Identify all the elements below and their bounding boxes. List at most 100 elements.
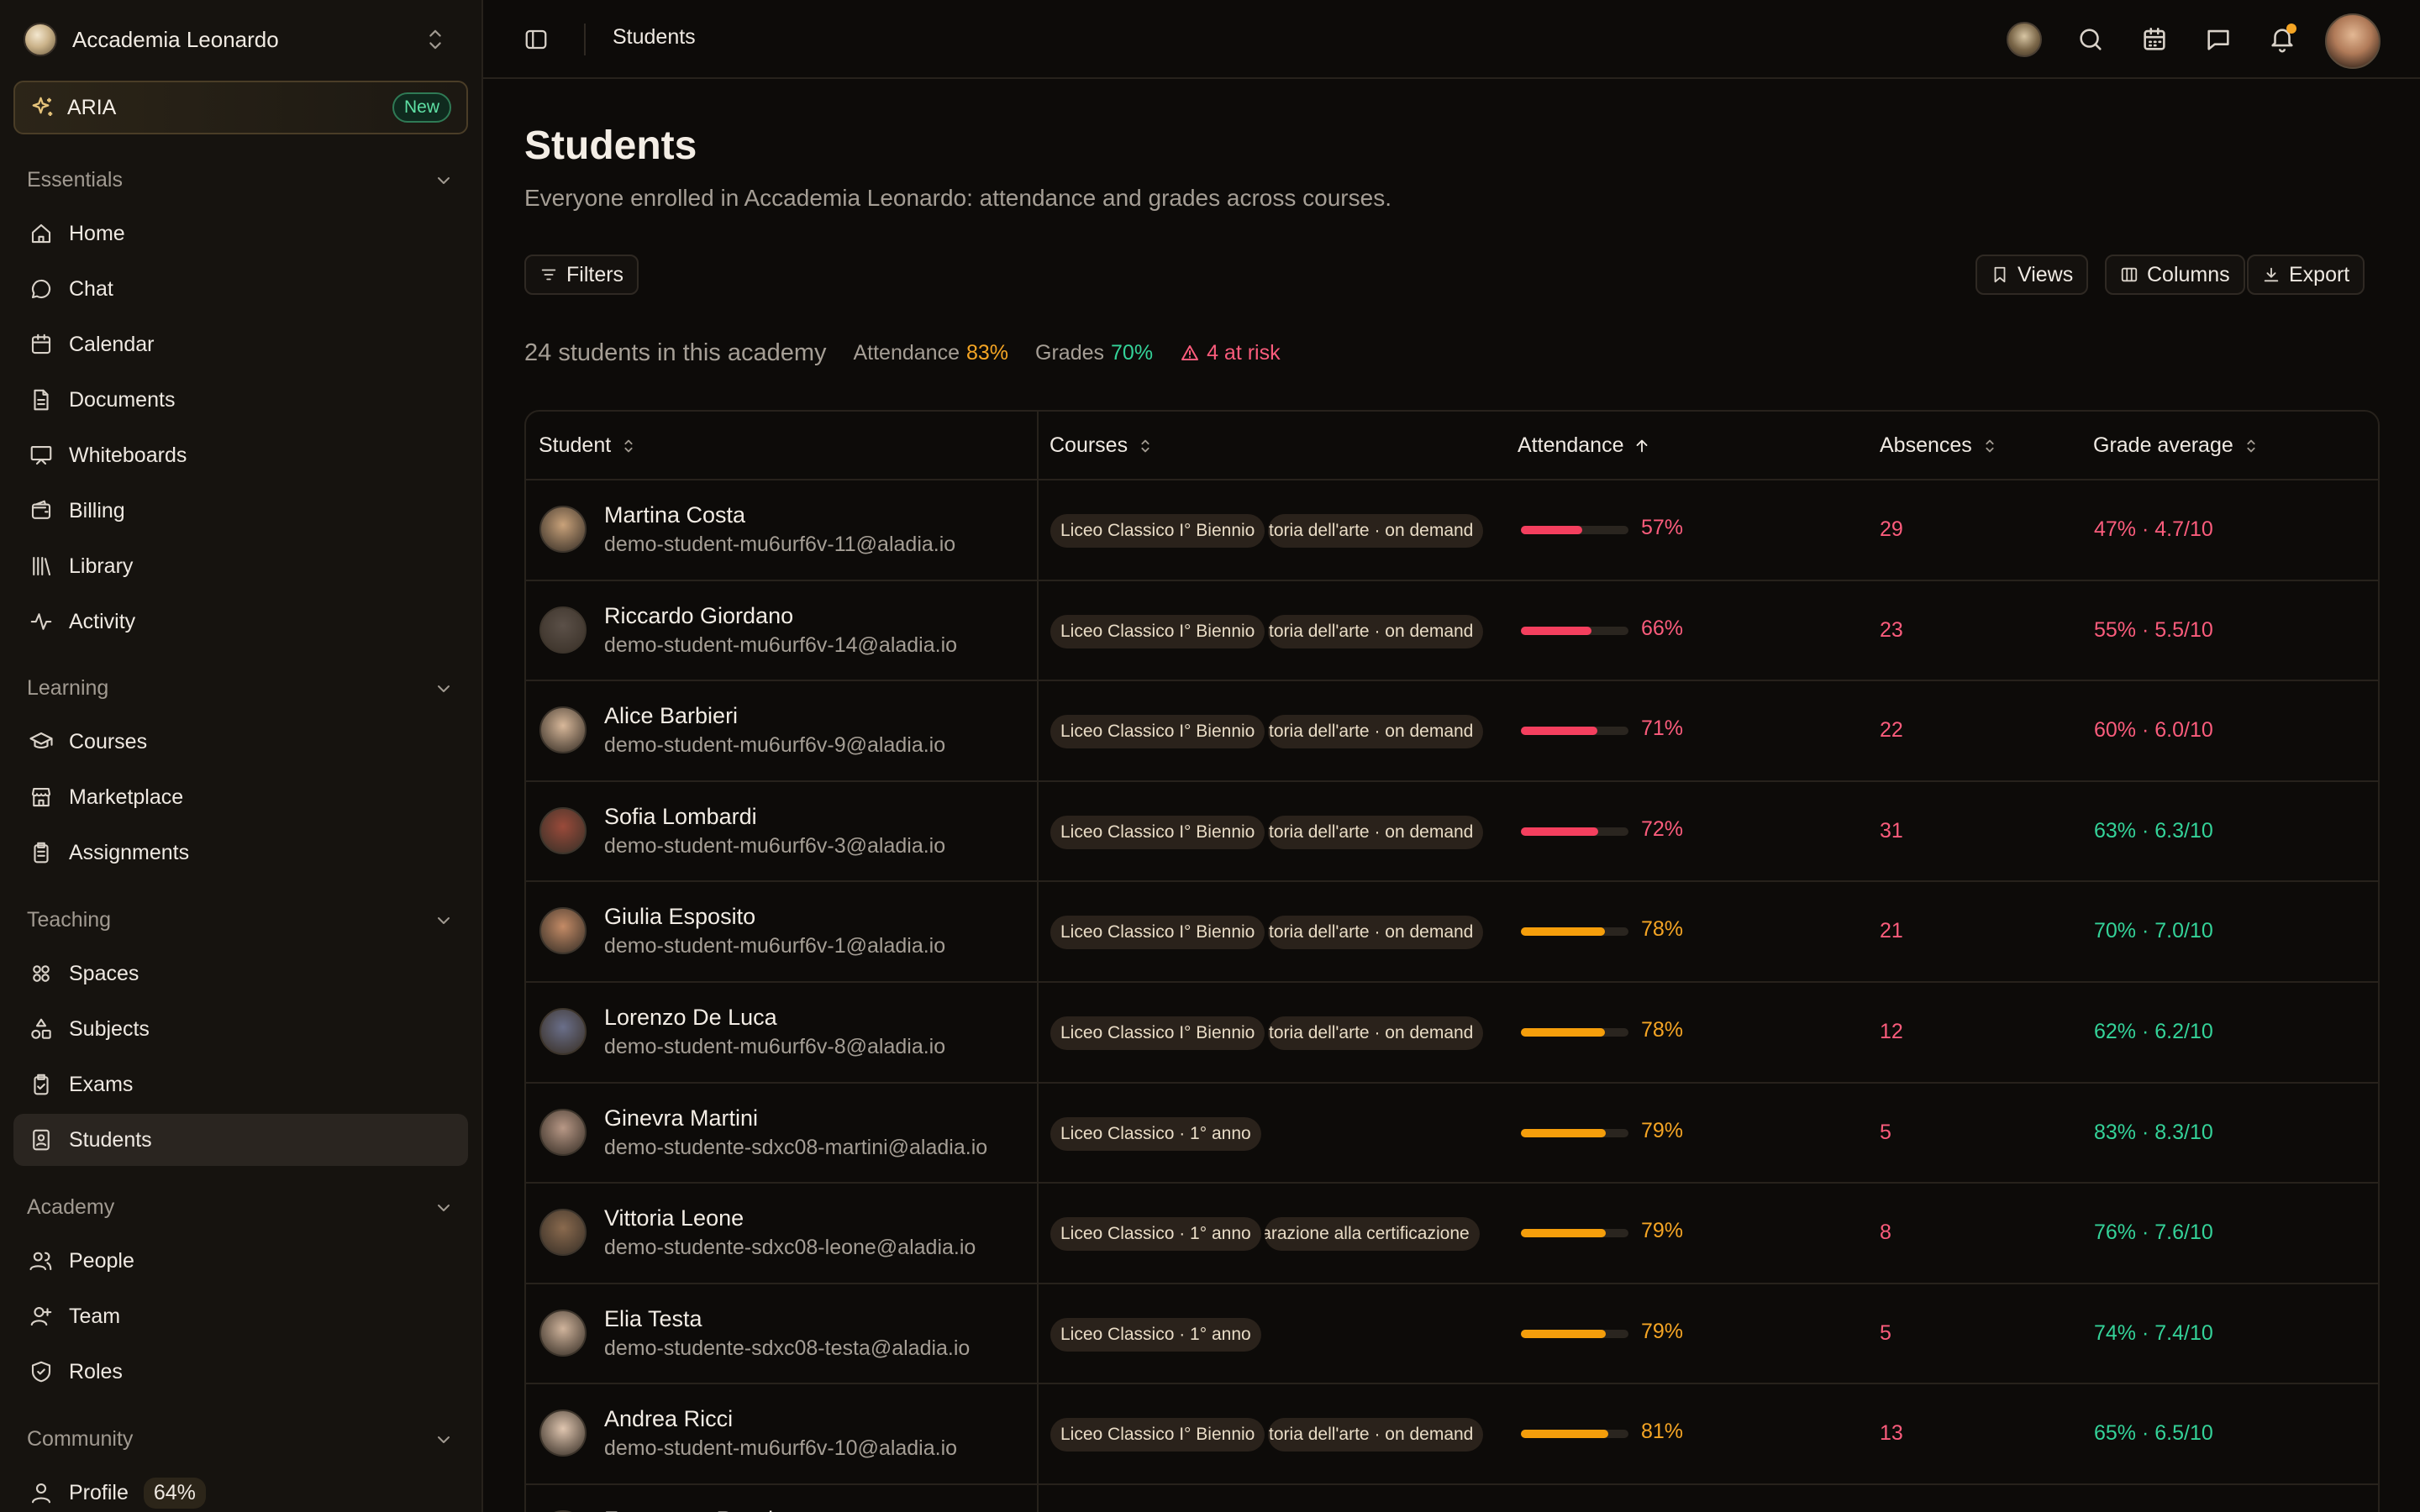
section-community[interactable]: Community [27,1427,454,1452]
student-name[interactable]: Martina Costa [604,502,745,528]
sidebar-item-team[interactable]: Team [13,1290,468,1342]
column-header-attendance[interactable]: Attendance [1518,433,1651,458]
student-email: demo-student-mu6urf6v-8@aladia.io [604,1034,946,1058]
table-row[interactable]: Ginevra Martini demo-studente-sdxc08-mar… [526,1084,2378,1184]
sidebar-item-library[interactable]: Library [13,540,468,592]
column-header-grade-average[interactable]: Grade average [2093,433,2260,458]
course-chip[interactable]: Liceo Classico · 1° anno [1050,1116,1261,1151]
attendance-stat-label: Attendance [853,340,960,365]
table-row[interactable]: Alice Barbieri demo-student-mu6urf6v-9@a… [526,681,2378,782]
attendance-bar-fill [1521,1430,1608,1439]
user-avatar[interactable] [2325,13,2381,69]
sidebar-item-calendar[interactable]: Calendar [13,318,468,370]
course-chip[interactable]: Liceo Classico I° Biennio [1050,815,1265,849]
course-chip[interactable]: Liceo Classico I° Biennio [1050,1016,1265,1050]
student-name[interactable]: Lorenzo De Luca [604,1005,777,1031]
filters-button[interactable]: Filters [524,255,639,295]
table-row[interactable]: Elia Testa demo-studente-sdxc08-testa@al… [526,1284,2378,1385]
column-header-absences[interactable]: Absences [1880,433,1999,458]
sidebar-item-profile[interactable]: Profile 64% [13,1467,468,1512]
student-name[interactable]: Sofia Lombardi [604,804,757,830]
course-chip[interactable]: Storia dell'arte · on demand [1268,614,1484,648]
student-name[interactable]: Vittoria Leone [604,1205,744,1231]
org-switcher[interactable]: Accademia Leonardo [24,22,447,57]
course-chip[interactable]: Storia dell'arte · on demand [1268,1418,1484,1452]
sidebar-item-subjects[interactable]: Subjects [13,1003,468,1055]
sidebar-item-assignments[interactable]: Assignments [13,827,468,879]
attendance-value: 72% [1641,816,1684,841]
at-risk-filter[interactable]: 4 at risk [1207,341,1281,365]
chevron-down-icon[interactable] [434,1430,454,1450]
section-essentials[interactable]: Essentials [27,168,454,192]
student-name[interactable]: Francesco Rossi [604,1507,773,1512]
course-chip[interactable]: Liceo Classico I° Biennio [1050,514,1265,548]
course-chip[interactable]: Storia dell'arte · on demand [1268,916,1484,950]
sidebar-item-whiteboards[interactable]: Whiteboards [13,429,468,481]
sort-ascending-icon [1636,439,1647,452]
columns-label: Columns [2147,262,2230,286]
table-row[interactable]: Francesco Rossi [526,1485,2378,1512]
sidebar-item-marketplace[interactable]: Marketplace [13,771,468,823]
course-chip[interactable]: Storia dell'arte · on demand [1268,1016,1484,1050]
columns-button[interactable]: Columns [2105,255,2245,295]
sidebar-item-students[interactable]: Students [13,1114,468,1166]
table-row[interactable]: Giulia Esposito demo-student-mu6urf6v-1@… [526,882,2378,983]
chevron-down-icon[interactable] [434,1198,454,1218]
column-header-courses[interactable]: Courses [1050,433,1155,458]
sidebar-item-label: Billing [69,498,125,522]
sidebar-item-courses[interactable]: Courses [13,716,468,768]
table-row[interactable]: Sofia Lombardi demo-student-mu6urf6v-3@a… [526,782,2378,883]
sidebar-item-exams[interactable]: Exams [13,1058,468,1110]
course-chip[interactable]: Storia dell'arte · on demand [1268,715,1484,749]
section-academy[interactable]: Academy [27,1195,454,1220]
table-row[interactable]: Riccardo Giordano demo-student-mu6urf6v-… [526,581,2378,682]
sidebar-item-roles[interactable]: Roles [13,1346,468,1398]
course-chip[interactable]: Liceo Classico I° Biennio [1050,614,1265,648]
warning-icon [1181,345,1199,360]
column-header-student[interactable]: Student [539,433,638,458]
chevron-down-icon[interactable] [434,171,454,191]
course-chip[interactable]: B1 · Preparazione alla certificazione [1264,1217,1480,1252]
table-row[interactable]: Martina Costa demo-student-mu6urf6v-11@a… [526,480,2378,581]
course-chips: Liceo Classico I° Biennio Storia dell'art… [1050,916,1486,950]
sidebar-toggle-icon[interactable] [523,27,549,52]
chevron-down-icon[interactable] [434,679,454,699]
course-chip[interactable]: Liceo Classico I° Biennio [1050,916,1265,950]
sidebar-item-chat[interactable]: Chat [13,263,468,315]
table-row[interactable]: Lorenzo De Luca demo-student-mu6urf6v-8@… [526,983,2378,1084]
student-name[interactable]: Riccardo Giordano [604,603,793,629]
student-name[interactable]: Alice Barbieri [604,703,738,729]
course-chip[interactable]: Liceo Classico I° Biennio [1050,1418,1265,1452]
sidebar-item-spaces[interactable]: Spaces [13,948,468,1000]
student-name[interactable]: Andrea Ricci [604,1406,733,1432]
course-chip[interactable]: Storia dell'arte · on demand [1268,514,1484,548]
section-learning[interactable]: Learning [27,676,454,701]
course-chip[interactable]: Liceo Classico · 1° anno [1050,1317,1261,1352]
attendance-bar-fill [1521,1027,1605,1037]
sidebar-item-activity[interactable]: Activity [13,596,468,648]
sidebar-item-home[interactable]: Home [13,207,468,260]
table-row[interactable]: Vittoria Leone demo-studente-sdxc08-leon… [526,1184,2378,1284]
student-name[interactable]: Elia Testa [604,1306,702,1332]
aria-assistant-button[interactable]: ARIA New [13,81,468,134]
search-icon[interactable] [2076,25,2105,54]
student-avatar [539,1209,587,1257]
academy-avatar[interactable] [2007,22,2042,57]
sidebar-item-people[interactable]: People [13,1235,468,1287]
student-email: demo-student-mu6urf6v-10@aladia.io [604,1436,958,1461]
sidebar-item-billing[interactable]: Billing [13,485,468,537]
export-button[interactable]: Export [2247,255,2365,295]
section-teaching[interactable]: Teaching [27,908,454,932]
sidebar-item-documents[interactable]: Documents [13,374,468,426]
table-row[interactable]: Andrea Ricci demo-student-mu6urf6v-10@al… [526,1384,2378,1485]
course-chip[interactable]: Storia dell'arte · on demand [1268,815,1484,849]
student-name[interactable]: Giulia Esposito [604,904,755,930]
course-chip[interactable]: Liceo Classico I° Biennio [1050,715,1265,749]
course-chip[interactable]: Liceo Classico · 1° anno [1050,1217,1261,1252]
sidebar-item-label: Library [69,554,134,578]
chevron-down-icon[interactable] [434,911,454,931]
calendar-icon[interactable] [2140,25,2169,54]
views-button[interactable]: Views [1975,255,2089,295]
student-name[interactable]: Ginevra Martini [604,1105,758,1131]
message-icon[interactable] [2204,25,2233,54]
